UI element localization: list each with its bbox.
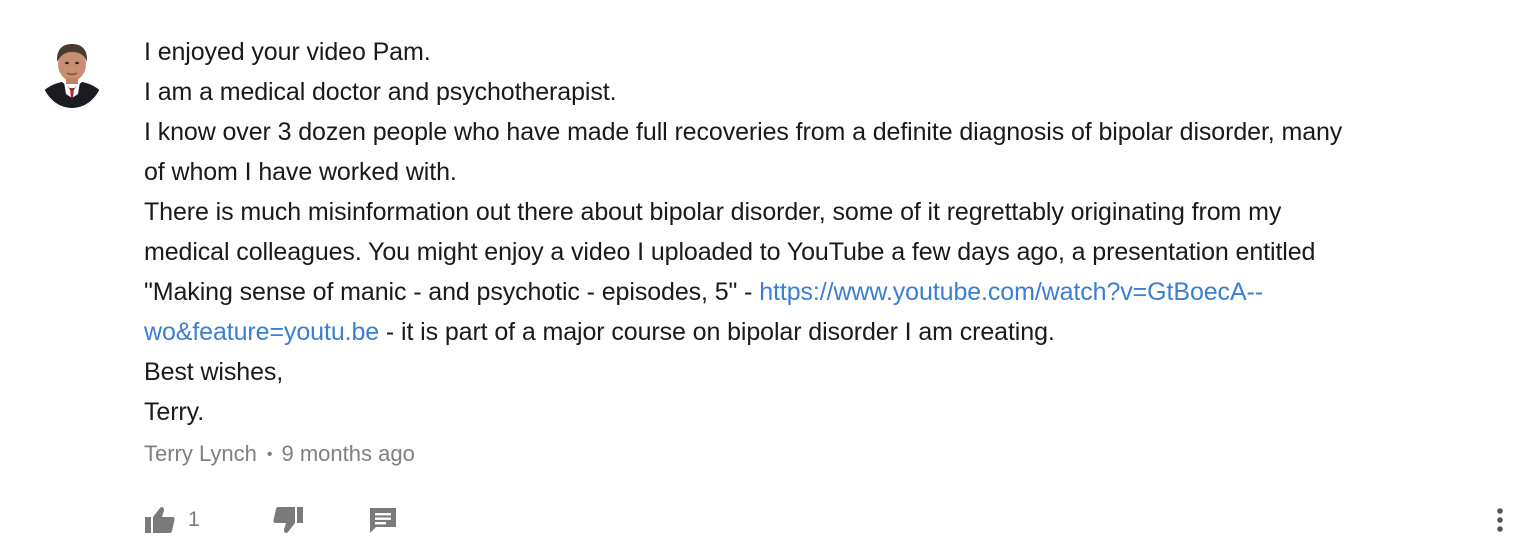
avatar[interactable] <box>40 32 104 108</box>
thumbs-up-icon <box>145 507 175 533</box>
like-count: 1 <box>188 508 200 531</box>
more-vertical-icon <box>1497 508 1503 532</box>
comment-line: There is much misinformation out there a… <box>144 198 1282 226</box>
comment-text-segment: - it is part of a major course on bipola… <box>379 318 1055 346</box>
video-link[interactable]: https://www.youtube.com/watch?v=GtBoecA-… <box>759 278 1263 306</box>
reply-button[interactable] <box>368 500 398 540</box>
comment-icon <box>370 508 396 533</box>
author-name[interactable]: Terry Lynch <box>144 441 257 466</box>
thumbs-down-icon <box>273 507 303 533</box>
comment-line: I know over 3 dozen people who have made… <box>144 118 1343 146</box>
comment-line: of whom I have worked with. <box>144 158 457 186</box>
comment-text-segment: "Making sense of manic - and psychotic -… <box>144 278 760 306</box>
comment-line: I am a medical doctor and psychotherapis… <box>144 78 617 106</box>
dislike-button[interactable] <box>272 500 304 540</box>
comment-line: wo&feature=youtu.be - it is part of a ma… <box>144 312 1504 352</box>
more-actions-button[interactable] <box>1488 500 1512 540</box>
comment-line: "Making sense of manic - and psychotic -… <box>144 272 1504 312</box>
comment-line: I enjoyed your video Pam. <box>144 38 431 66</box>
comment-line: medical colleagues. You might enjoy a vi… <box>144 238 1316 266</box>
like-button[interactable]: 1 <box>144 500 200 540</box>
comment-actions: 1 <box>144 500 1514 540</box>
comment-text: I enjoyed your video Pam. I am a medical… <box>144 32 1504 432</box>
comment-line: Best wishes, <box>144 358 284 386</box>
meta-separator: • <box>266 446 273 463</box>
comment-line: Terry. <box>144 398 205 426</box>
avatar-image <box>40 32 104 108</box>
comment: I enjoyed your video Pam. I am a medical… <box>0 0 1536 550</box>
video-link-continued[interactable]: wo&feature=youtu.be <box>144 318 379 346</box>
comment-meta: Terry Lynch • 9 months ago <box>144 434 1504 475</box>
timestamp: 9 months ago <box>281 441 415 466</box>
comment-body: I enjoyed your video Pam. I am a medical… <box>144 32 1504 475</box>
